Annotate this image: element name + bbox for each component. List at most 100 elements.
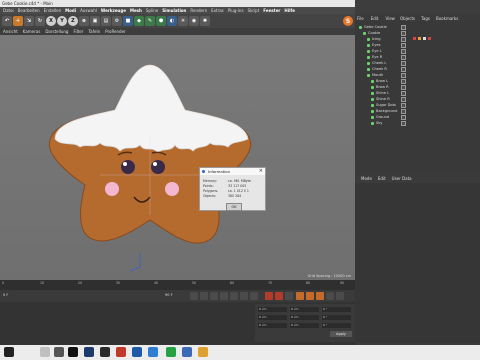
autokey-icon[interactable] [275,292,283,300]
position-y-field[interactable]: 0 cm [258,315,287,320]
3d-viewport[interactable]: Grid Spacing : 10000 cm [0,35,355,280]
go-to-start-icon[interactable] [190,292,198,300]
om-menu-edit[interactable]: Edit [371,16,379,21]
rotation-h-field[interactable]: 0 ° [322,307,351,312]
start-icon[interactable] [4,347,14,357]
point-level-icon[interactable] [336,292,344,300]
rotation-key-icon[interactable] [316,292,324,300]
viewport-menu-darstellung[interactable]: Darstellung [45,28,68,35]
previous-frame-icon[interactable] [210,292,218,300]
visibility-toggle-icon[interactable] [401,103,406,108]
undo-icon[interactable]: ↶ [2,16,12,26]
camera-icon[interactable]: ◉ [189,16,199,26]
next-frame-icon[interactable] [230,292,238,300]
x-app-icon[interactable] [68,347,78,357]
app-icon[interactable] [182,347,192,357]
attr-mode-tab[interactable]: Mode [361,175,372,183]
scene-icon[interactable]: ☀ [178,16,188,26]
scale-key-icon[interactable] [306,292,314,300]
attr-userdata-tab[interactable]: User Data [392,175,412,183]
scale-tool-icon[interactable]: ⇲ [24,16,34,26]
record-icon[interactable] [265,292,273,300]
cinema4d-taskbar-icon[interactable] [84,347,94,357]
visibility-toggle-icon[interactable] [401,91,406,96]
viewport-menu-kameras[interactable]: Kameras [23,28,41,35]
position-x-field[interactable]: 0 cm [258,307,287,312]
app-icon[interactable] [100,347,110,357]
visibility-toggle-icon[interactable] [401,67,406,72]
menu-item-datei[interactable]: Datei [3,7,14,14]
material-tag-icon[interactable] [413,37,416,40]
cube-icon[interactable]: ■ [123,16,133,26]
visibility-toggle-icon[interactable] [401,97,406,102]
menu-item-werkzeuge[interactable]: Werkzeuge [101,7,126,14]
menu-item-skript[interactable]: Skript [248,7,260,14]
material-tag-icon[interactable] [423,37,426,40]
viewport-menu-tafeln[interactable]: Tafeln [88,28,100,35]
om-tab-bookmarks[interactable]: Bookmarks [436,16,458,21]
position-z-field[interactable]: 0 cm [258,323,287,328]
coordinate-system-icon[interactable]: ⊕ [79,16,89,26]
menu-item-modi[interactable]: Modi [65,7,76,14]
size-y-field[interactable]: 0 cm [290,315,319,320]
size-z-field[interactable]: 0 cm [290,323,319,328]
keyframe-selection-icon[interactable] [285,292,293,300]
light-icon[interactable]: ✺ [200,16,210,26]
axis-z-icon[interactable]: Z [68,16,78,26]
render-view-icon[interactable]: ▣ [90,16,100,26]
visibility-toggle-icon[interactable] [401,61,406,66]
visibility-toggle-icon[interactable] [401,49,406,54]
app-icon[interactable] [54,347,64,357]
menu-item-fenster[interactable]: Fenster [263,7,280,14]
menu-item-auswahl[interactable]: Auswahl [80,7,97,14]
axis-y-icon[interactable]: Y [57,16,67,26]
om-tab-objects[interactable]: Objects [400,16,415,21]
menu-item-hilfe[interactable]: Hilfe [284,7,295,14]
file-explorer-icon[interactable] [40,347,50,357]
visibility-toggle-icon[interactable] [401,121,406,126]
deformer-icon[interactable]: ◐ [167,16,177,26]
viewport-menu-filter[interactable]: Filter [73,28,83,35]
play-icon[interactable] [220,292,228,300]
rotation-p-field[interactable]: 0 ° [322,315,351,320]
apply-button[interactable]: Apply [330,331,352,337]
generator-icon[interactable]: ⬢ [156,16,166,26]
visibility-toggle-icon[interactable] [401,31,406,36]
menu-item-plugins[interactable]: Plug-ins [228,7,244,14]
app-icon[interactable] [132,347,142,357]
spline-pen-icon[interactable]: ✎ [145,16,155,26]
attr-edit-tab[interactable]: Edit [378,175,386,183]
visibility-toggle-icon[interactable] [401,43,406,48]
menu-item-extras[interactable]: Extras [211,7,224,14]
visibility-toggle-icon[interactable] [401,25,406,30]
go-to-end-icon[interactable] [250,292,258,300]
ok-button[interactable]: OK [226,203,242,211]
size-x-field[interactable]: 0 cm [290,307,319,312]
end-frame[interactable]: 90 F [165,293,173,297]
previous-key-icon[interactable] [200,292,208,300]
menu-item-bearbeiten[interactable]: Bearbeiten [18,7,40,14]
timeline-ruler[interactable]: 0 10 20 30 40 50 60 70 80 90 [0,280,355,290]
move-tool-icon[interactable]: ✛ [13,16,23,26]
rotate-tool-icon[interactable]: ↻ [35,16,45,26]
list-item[interactable]: Sky [371,120,382,126]
visibility-toggle-icon[interactable] [401,85,406,90]
visibility-toggle-icon[interactable] [401,73,406,78]
om-menu-file[interactable]: File [357,16,364,21]
om-tab-tags[interactable]: Tags [421,16,430,21]
vscode-icon[interactable] [148,347,158,357]
visibility-toggle-icon[interactable] [401,37,406,42]
app-icon[interactable] [116,347,126,357]
current-frame[interactable]: 0 F [3,293,8,297]
menu-item-erstellen[interactable]: Erstellen [44,7,62,14]
menu-item-mesh[interactable]: Mesh [130,7,142,14]
viewport-menu-prorender[interactable]: ProRender [105,28,126,35]
next-key-icon[interactable] [240,292,248,300]
edit-render-settings-icon[interactable]: ⚙ [112,16,122,26]
material-tag-icon[interactable] [428,37,431,40]
visibility-toggle-icon[interactable] [401,55,406,60]
app-icon[interactable] [166,347,176,357]
subdivision-icon[interactable]: ◆ [134,16,144,26]
render-picture-viewer-icon[interactable]: ▤ [101,16,111,26]
visibility-toggle-icon[interactable] [401,109,406,114]
